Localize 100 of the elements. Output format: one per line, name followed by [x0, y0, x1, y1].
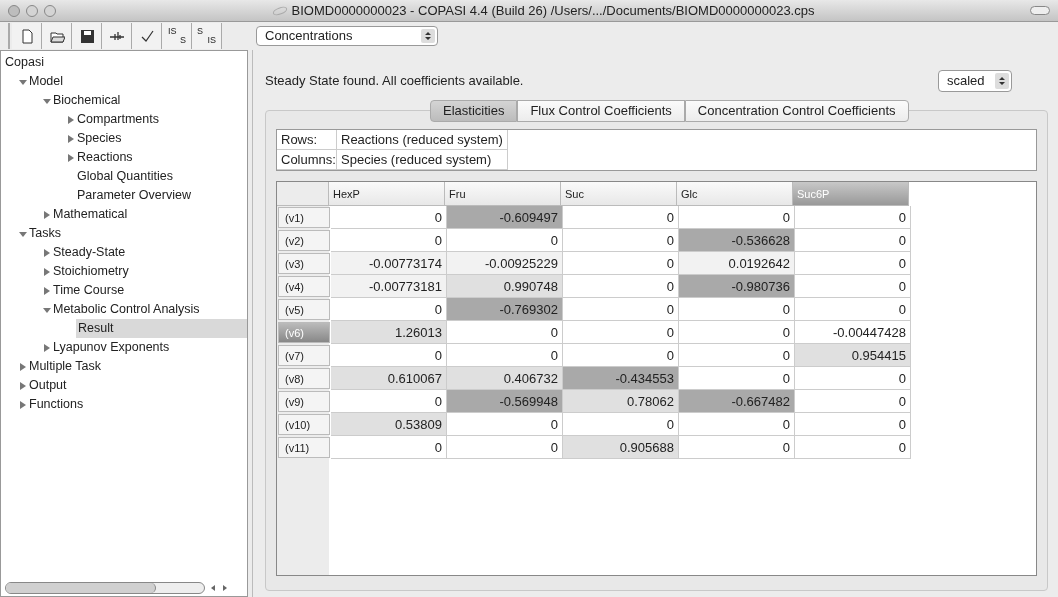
collapsed-triangle-icon[interactable]	[42, 285, 52, 296]
table-cell: -0.769302	[447, 298, 563, 321]
scroll-left-icon[interactable]	[209, 583, 217, 593]
tree-item[interactable]: Reactions	[76, 148, 133, 167]
table-cell: 0	[795, 436, 911, 459]
table-cell: 0	[679, 436, 795, 459]
tree-item[interactable]: Lyapunov Exponents	[52, 338, 170, 357]
scaling-select[interactable]: scaled	[938, 70, 1012, 92]
minimize-button[interactable]	[26, 4, 38, 17]
tree-item[interactable]: Species	[76, 129, 122, 148]
table-cell: 0.78062	[563, 390, 679, 413]
row-header[interactable]: (v4)	[278, 276, 330, 297]
toolbar-button[interactable]	[72, 23, 102, 49]
tree-item[interactable]: Copasi	[4, 53, 44, 72]
table-cell: 0	[331, 390, 447, 413]
info-value: Reactions (reduced system)	[337, 130, 508, 149]
table-cell: 0	[447, 413, 563, 436]
table-cell: 0	[679, 413, 795, 436]
scroll-right-icon[interactable]	[221, 583, 229, 593]
row-header[interactable]: (v8)	[278, 368, 330, 389]
table-cell: 0	[563, 229, 679, 252]
row-header[interactable]: (v3)	[278, 253, 330, 274]
tree-item[interactable]: Global Quantities	[76, 167, 173, 186]
tree-item[interactable]: Time Course	[52, 281, 125, 300]
tree-item[interactable]: Output	[28, 376, 67, 395]
collapsed-triangle-icon[interactable]	[42, 342, 52, 353]
tree-item[interactable]: Biochemical	[52, 91, 121, 110]
table-cell: 0	[795, 413, 911, 436]
row-header[interactable]: (v7)	[278, 345, 330, 366]
collapsed-triangle-icon[interactable]	[42, 247, 52, 258]
tab[interactable]: Elasticities	[430, 100, 518, 122]
view-select[interactable]: Concentrations	[256, 26, 438, 46]
table-cell: -0.569948	[447, 390, 563, 413]
tree-item[interactable]: Steady-State	[52, 243, 126, 262]
collapsed-triangle-icon[interactable]	[66, 133, 76, 144]
table-cell: -0.536628	[679, 229, 795, 252]
collapsed-triangle-icon[interactable]	[42, 209, 52, 220]
table-cell: 0	[563, 275, 679, 298]
table-cell: 0	[679, 344, 795, 367]
table-cell: -0.980736	[679, 275, 795, 298]
row-header[interactable]: (v10)	[278, 414, 330, 435]
toolbar-toggle-button[interactable]	[1030, 6, 1050, 15]
column-header[interactable]: Suc	[561, 182, 677, 206]
tree-item[interactable]: Mathematical	[52, 205, 128, 224]
table-cell: 0	[563, 321, 679, 344]
toolbar-button[interactable]	[42, 23, 72, 49]
table-cell: 0	[563, 206, 679, 229]
table-cell: 0	[795, 390, 911, 413]
collapsed-triangle-icon[interactable]	[66, 114, 76, 125]
table-cell: 0	[331, 206, 447, 229]
table-cell: -0.434553	[563, 367, 679, 390]
table-cell: 0.954415	[795, 344, 911, 367]
close-button[interactable]	[8, 4, 20, 17]
row-header[interactable]: (v11)	[278, 437, 330, 458]
column-header[interactable]: Fru	[445, 182, 561, 206]
column-header[interactable]: Glc	[677, 182, 793, 206]
tree-item[interactable]: Compartments	[76, 110, 159, 129]
row-header[interactable]: (v2)	[278, 230, 330, 251]
tree-item[interactable]: Functions	[28, 395, 84, 414]
table-cell: 0	[795, 275, 911, 298]
tree-item[interactable]: Multiple Task	[28, 357, 102, 376]
table-cell: 0	[563, 413, 679, 436]
tree-item[interactable]: Metabolic Control Analysis	[52, 300, 200, 319]
scrollbar[interactable]	[5, 582, 205, 594]
table-cell: 0.53809	[331, 413, 447, 436]
table-cell: 0	[563, 252, 679, 275]
collapsed-triangle-icon[interactable]	[18, 361, 28, 372]
table-cell: 0.905688	[563, 436, 679, 459]
table-cell: 0	[679, 298, 795, 321]
row-header[interactable]: (v9)	[278, 391, 330, 412]
toolbar-button[interactable]	[102, 23, 132, 49]
collapsed-triangle-icon[interactable]	[66, 152, 76, 163]
collapsed-triangle-icon[interactable]	[18, 380, 28, 391]
table-cell: 0	[795, 298, 911, 321]
tree-item[interactable]: Stoichiometry	[52, 262, 129, 281]
row-header[interactable]: (v1)	[278, 207, 330, 228]
tab[interactable]: Concentration Control Coefficients	[684, 100, 909, 122]
table-cell: 0	[563, 344, 679, 367]
table-cell: -0.609497	[447, 206, 563, 229]
collapsed-triangle-icon[interactable]	[42, 266, 52, 277]
tree-item[interactable]: Model	[28, 72, 64, 91]
table-cell: 0	[795, 252, 911, 275]
table-cell: 0.406732	[447, 367, 563, 390]
table-cell: 0.610067	[331, 367, 447, 390]
table-cell: 0.0192642	[679, 252, 795, 275]
tab[interactable]: Flux Control Coefficients	[517, 100, 685, 122]
table-cell: -0.00447428	[795, 321, 911, 344]
tree-item[interactable]: Result	[76, 319, 247, 338]
tree-item[interactable]: Parameter Overview	[76, 186, 191, 205]
table-cell: 0	[331, 298, 447, 321]
info-label: Rows:	[277, 130, 337, 149]
zoom-button[interactable]	[44, 4, 56, 17]
state-to-initial-button[interactable]: S IS	[192, 23, 222, 49]
table-cell: -0.00773181	[331, 275, 447, 298]
column-header[interactable]: HexP	[329, 182, 445, 206]
initial-to-state-button[interactable]: IS S	[162, 23, 192, 49]
row-header[interactable]: (v5)	[278, 299, 330, 320]
collapsed-triangle-icon[interactable]	[18, 399, 28, 410]
table-cell: 0	[331, 344, 447, 367]
tree-item[interactable]: Tasks	[28, 224, 61, 243]
